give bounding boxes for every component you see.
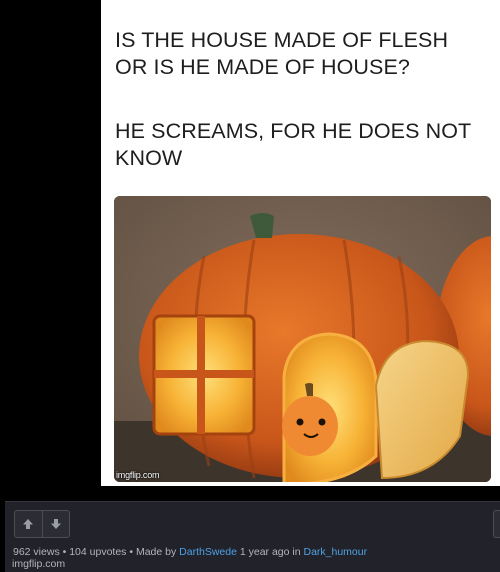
- vote-buttons: [14, 510, 70, 538]
- post-time: 1 year ago in: [236, 546, 304, 558]
- made-by-label: Made by: [135, 546, 180, 558]
- upvote-button[interactable]: [15, 511, 42, 537]
- arrow-up-icon: [23, 519, 34, 529]
- more-options-button[interactable]: [493, 510, 500, 538]
- stream-link[interactable]: Dark_humour: [303, 546, 367, 558]
- meme-caption-bottom: HE SCREAMS, FOR HE DOES NOT KNOW: [115, 118, 495, 172]
- meme-stats: 962 views • 104 upvotes • Made by DarthS…: [13, 546, 367, 558]
- meme-image: IS THE HOUSE MADE OF FLESH OR IS HE MADE…: [101, 0, 500, 486]
- meme-caption-top: IS THE HOUSE MADE OF FLESH OR IS HE MADE…: [115, 27, 495, 81]
- imgflip-watermark: imgflip.com: [116, 470, 160, 480]
- upvotes-count: 104 upvotes: [69, 546, 127, 558]
- arrow-down-icon: [50, 519, 61, 529]
- site-label: imgflip.com: [12, 558, 66, 570]
- separator: •: [126, 546, 136, 558]
- caption-line: KNOW: [115, 146, 183, 170]
- views-count: 962 views: [13, 546, 60, 558]
- separator: •: [59, 546, 70, 558]
- caption-line: HE SCREAMS, FOR HE DOES NOT: [115, 119, 472, 143]
- caption-line: OR IS HE MADE OF HOUSE?: [115, 55, 410, 79]
- pumpkin-house-photo: imgflip.com: [114, 196, 491, 482]
- author-link[interactable]: DarthSwede: [179, 546, 237, 558]
- pumpkin-illustration: [114, 196, 491, 482]
- meme-footer: 962 views • 104 upvotes • Made by DarthS…: [5, 501, 500, 572]
- downvote-button[interactable]: [41, 511, 70, 537]
- caption-line: IS THE HOUSE MADE OF FLESH: [115, 28, 449, 52]
